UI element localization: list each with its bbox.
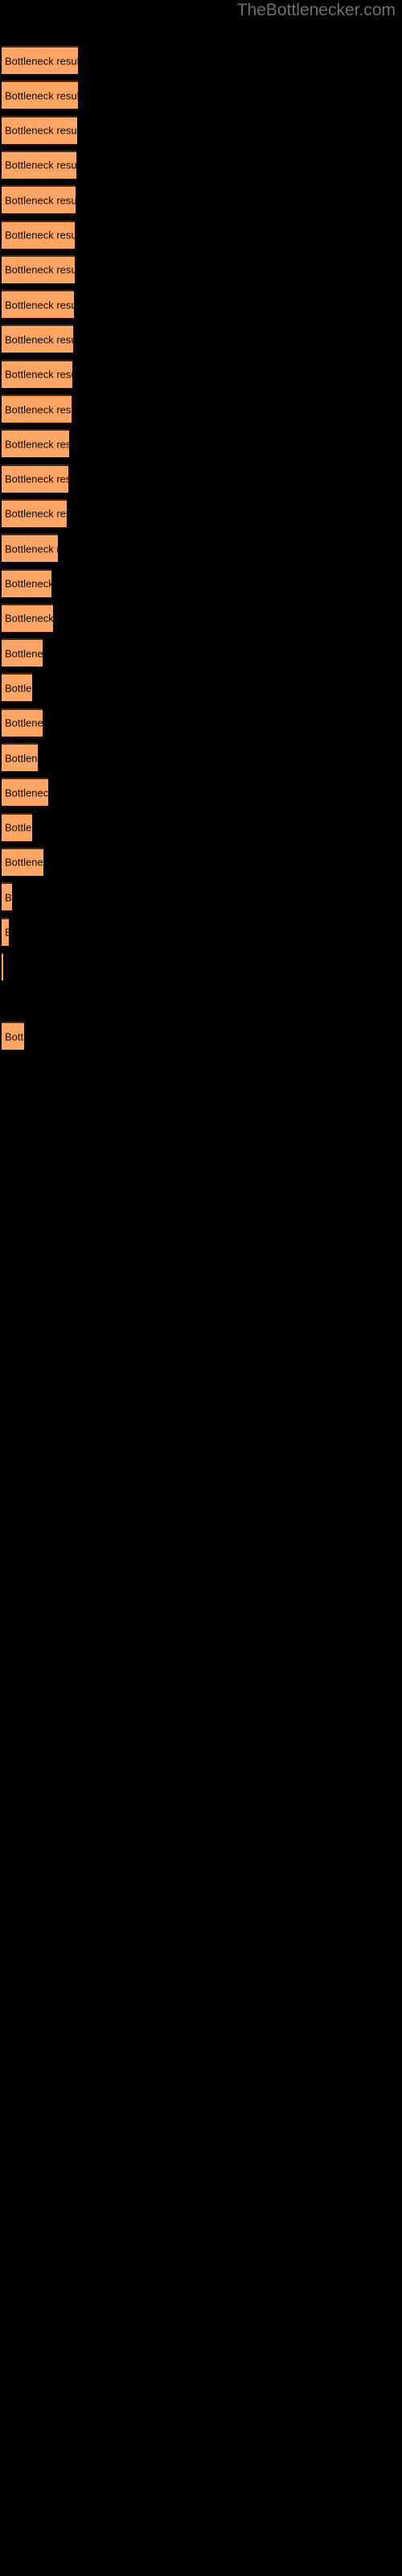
chart-bar[interactable]: Bottleneck result [2, 568, 51, 597]
bar-row: Bottleneck result [0, 638, 402, 667]
chart-bar-label: Bottleneck result [5, 368, 72, 381]
bar-row: Bottleneck result [0, 952, 402, 980]
chart-bar-label: Bottleneck result [5, 577, 51, 590]
bar-row: Bottleneck result [0, 708, 402, 737]
chart-bar[interactable]: Bottleneck result [2, 917, 9, 946]
chart-bar-label: Bottleneck result [5, 543, 58, 555]
chart-bar-label: Bottleneck result [5, 333, 73, 346]
chart-bar[interactable]: Bottleneck result [2, 254, 75, 283]
bar-row: Bottleneck result [0, 394, 402, 423]
chart-bar-label: Bottleneck result [5, 647, 43, 660]
chart-bar-label: Bottleneck result [5, 194, 76, 207]
chart-bar[interactable]: Bottleneck result [2, 812, 32, 841]
chart-bar[interactable]: Bottleneck result [2, 638, 43, 667]
chart-bar-label: Bottleneck result [5, 124, 77, 137]
chart-bar-label: Bottleneck result [5, 856, 43, 869]
bar-row: Bottleneck result [0, 220, 402, 249]
chart-bar-label: Bottleneck result [5, 263, 75, 276]
bar-row: Bottleneck result [0, 185, 402, 214]
bar-row: Bottleneck result [0, 812, 402, 841]
chart-bar[interactable]: Bottleneck result [2, 290, 74, 319]
chart-bar[interactable]: Bottleneck result [2, 150, 76, 179]
bar-row: Bottleneck result [0, 80, 402, 109]
chart-bar[interactable]: Bottleneck result [2, 464, 68, 493]
chart-bar[interactable]: Bottleneck result [2, 324, 73, 353]
chart-bar[interactable]: Bottleneck result [2, 394, 72, 423]
bar-row: Bottleneck result [0, 743, 402, 771]
chart-bar[interactable]: Bottleneck result [2, 603, 53, 632]
chart-bar[interactable]: Bottleneck result [2, 952, 3, 980]
bar-row: Bottleneck result [0, 254, 402, 283]
bar-row: Bottleneck result [0, 673, 402, 702]
bar-row: Bottleneck result [0, 464, 402, 493]
chart-bar-label: Bottleneck result [5, 682, 32, 695]
chart-bar[interactable]: Bottleneck result [2, 778, 48, 807]
bar-row: Bottleneck result [0, 324, 402, 353]
chart-bar-label: Bottleneck result [5, 403, 72, 415]
bar-row: Bottleneck result [0, 290, 402, 319]
bar-row: Bottleneck result [0, 603, 402, 632]
chart-bar[interactable]: Bottleneck result [2, 498, 67, 527]
chart-bar-label: Bottleneck result [5, 89, 78, 102]
chart-bar-label: Bottleneck result [5, 891, 12, 904]
bottleneck-bar-chart: Bottleneck result Bottleneck result Bottle… [0, 0, 402, 2576]
chart-bar-label: Bottleneck result [5, 716, 43, 729]
chart-bar[interactable]: Bottleneck result [2, 847, 43, 876]
bar-row: Bottleneck result [0, 46, 402, 74]
chart-bar[interactable]: Bottleneck result [2, 46, 78, 74]
bar-row: Bottleneck result [0, 534, 402, 563]
chart-bar[interactable]: Bottleneck result [2, 429, 69, 458]
chart-bar[interactable]: Bottleneck result [2, 220, 75, 249]
chart-bar-label: Bottleneck result [5, 612, 53, 625]
bar-row: Bottleneck result [0, 882, 402, 911]
chart-bar[interactable]: Bottleneck result [2, 80, 78, 109]
bar-row: Bottleneck result [0, 778, 402, 807]
bar-row: Bottleneck result [0, 987, 402, 1015]
chart-bar-label: Bottleneck result [5, 786, 48, 799]
bar-row: Bottleneck result [0, 150, 402, 179]
chart-bar-label: Bottleneck result [5, 927, 9, 939]
chart-bar-label: Bottleneck result [5, 159, 76, 171]
bar-row: Bottleneck result [0, 1022, 402, 1051]
chart-bar[interactable]: Bottleneck result [2, 708, 43, 737]
chart-bar[interactable]: Bottleneck result [2, 115, 77, 144]
chart-bar-label: Bottleneck result [5, 438, 69, 451]
chart-bar[interactable]: Bottleneck result [2, 185, 76, 214]
chart-bar-label: Bottleneck result [5, 752, 38, 764]
chart-bar-label: Bottleneck result [5, 299, 74, 312]
chart-bar[interactable]: Bottleneck result [2, 359, 72, 388]
bar-row: Bottleneck result [0, 847, 402, 876]
chart-bar-label: Bottleneck result [5, 1030, 24, 1043]
bar-row: Bottleneck result [0, 115, 402, 144]
chart-bar[interactable]: Bottleneck result [2, 534, 58, 563]
chart-bar-label: Bottleneck result [5, 55, 78, 67]
chart-bar[interactable]: Bottleneck result [2, 673, 32, 702]
chart-bar-label: Bottleneck result [5, 473, 68, 485]
chart-bar-label: Bottleneck result [5, 821, 32, 834]
chart-bar[interactable]: Bottleneck result [2, 743, 38, 771]
bar-row: Bottleneck result [0, 1057, 402, 1085]
chart-bar[interactable]: Bottleneck result [2, 1022, 24, 1051]
bar-row: Bottleneck result [0, 359, 402, 388]
bar-row: Bottleneck result [0, 498, 402, 527]
chart-bar[interactable]: Bottleneck result [2, 882, 12, 911]
bar-row: Bottleneck result [0, 917, 402, 946]
bar-row: Bottleneck result [0, 568, 402, 597]
chart-bar-label: Bottleneck result [5, 229, 75, 242]
bar-row: Bottleneck result [0, 429, 402, 458]
chart-bar-label: Bottleneck result [5, 507, 67, 520]
